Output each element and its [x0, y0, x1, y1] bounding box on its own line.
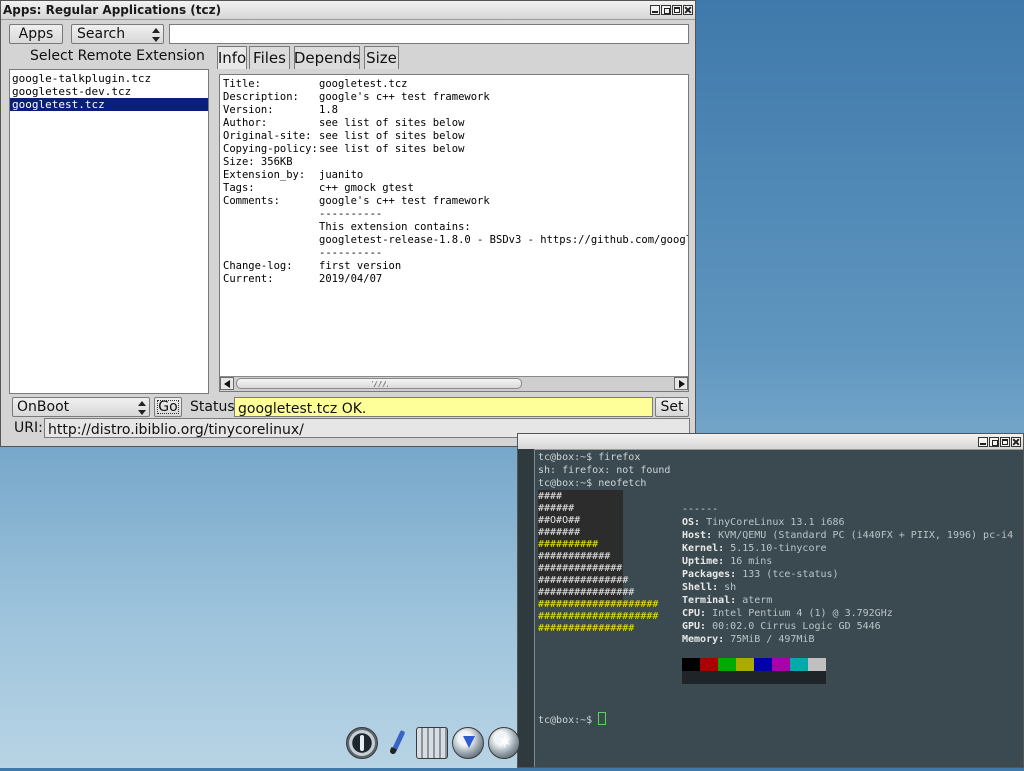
neofetch-row: Kernel: 5.15.10-tinycore [682, 543, 827, 554]
info-row: Change-log: first version [223, 260, 402, 272]
close-icon[interactable] [683, 5, 693, 15]
info-row: Size: 356KB [223, 156, 293, 168]
info-row: Version: 1.8 [223, 104, 338, 116]
tab-files[interactable]: Files [249, 46, 290, 69]
uri-label: URI: [14, 420, 43, 436]
info-row: Copying-policy: see list of sites below [223, 143, 465, 155]
info-row: Author: see list of sites below [223, 117, 465, 129]
search-select[interactable]: Search [71, 24, 164, 44]
neofetch-row: OS: TinyCoreLinux 13.1 i686 [682, 517, 845, 528]
palette-swatch [736, 658, 754, 671]
extension-list[interactable]: google-talkplugin.tcz googletest-dev.tcz… [9, 69, 209, 394]
scrollbar-thumb[interactable] [236, 378, 522, 389]
terminal-scrollbar[interactable] [518, 449, 535, 767]
info-row: ---------- [319, 247, 383, 259]
power-icon[interactable] [346, 727, 378, 759]
terminal-prompt[interactable]: tc@box:~$ [538, 712, 607, 727]
terminal-line: tc@box:~$ firefox [538, 452, 641, 463]
apps-button[interactable]: Apps [9, 24, 63, 44]
info-row: googletest-release-1.8.0 - BSDv3 - https… [319, 234, 689, 246]
neofetch-row: Host: KVM/QEMU (Standard PC (i440FX + PI… [682, 530, 1014, 541]
info-row: Comments: google's c++ test framework [223, 195, 490, 207]
status-value: googletest.tcz OK. [238, 401, 367, 417]
neofetch-separator: ------ [682, 504, 719, 515]
terminal-line: sh: firefox: not found [538, 465, 671, 476]
maximize-icon[interactable] [672, 5, 682, 15]
window-title: Apps: Regular Applications (tcz) [3, 3, 222, 17]
palette-swatch [718, 658, 736, 671]
go-button[interactable]: Go [154, 397, 182, 417]
spinner-arrows-icon [152, 28, 160, 42]
list-item[interactable]: googletest-dev.tcz [10, 85, 208, 98]
close-icon[interactable] [1011, 436, 1021, 447]
list-heading: Select Remote Extension [30, 48, 205, 64]
apps-titlebar[interactable]: Apps: Regular Applications (tcz) [1, 1, 695, 20]
onboot-select-label: OnBoot [17, 399, 70, 415]
prompt-text: tc@box:~$ [538, 715, 599, 726]
info-row: ---------- [319, 208, 383, 220]
ascii-line: ################ [538, 623, 635, 634]
neofetch-row: Uptime: 16 mins [682, 556, 773, 567]
info-row: Extension_by: juanito [223, 169, 364, 181]
neofetch-row: Packages: 133 (tce-status) [682, 569, 839, 580]
info-row: Tags: c++ gmock gtest [223, 182, 414, 194]
palette-swatch [790, 658, 808, 671]
color-palette [682, 658, 828, 686]
uri-value: http://distro.ibiblio.org/tinycorelinux/ [48, 422, 304, 438]
status-field: googletest.tcz OK. [234, 397, 653, 417]
restore-icon[interactable] [989, 436, 999, 447]
minimize-icon[interactable] [650, 5, 660, 15]
window-controls [650, 5, 695, 15]
info-row: Description: google's c++ test framework [223, 91, 490, 103]
apps-window: Apps: Regular Applications (tcz) Apps Se… [0, 0, 696, 447]
neofetch-row: Memory: 75MiB / 497MiB [682, 634, 815, 645]
status-label: Status [190, 399, 235, 415]
info-content: Title: googletest.tcz Description: google'… [220, 75, 688, 286]
neofetch-row: GPU: 00:02.0 Cirrus Logic GD 5446 [682, 621, 881, 632]
restore-icon[interactable] [661, 5, 671, 15]
scroll-right-icon[interactable] [674, 377, 688, 390]
install-icon[interactable] [452, 727, 484, 759]
terminal-titlebar[interactable] [518, 434, 1023, 450]
scroll-left-icon[interactable] [220, 377, 234, 390]
minimize-icon[interactable] [978, 436, 988, 447]
run-icon[interactable]: ✶ [488, 727, 520, 759]
list-item[interactable]: google-talkplugin.tcz [10, 72, 208, 85]
search-input[interactable] [169, 24, 689, 44]
tab-depends[interactable]: Depends [294, 46, 360, 69]
neofetch-row: Terminal: aterm [682, 595, 773, 606]
paint-brush-icon[interactable] [382, 727, 412, 757]
palette-swatch [682, 658, 700, 671]
info-pane[interactable]: Title: googletest.tcz Description: google'… [219, 74, 689, 392]
horizontal-scrollbar[interactable] [220, 376, 688, 391]
terminal-window: tc@box:~$ firefox sh: firefox: not found… [517, 433, 1024, 768]
terminal-window-controls [978, 436, 1023, 447]
dock: ✶ [346, 727, 520, 771]
neofetch-row: Shell: sh [682, 582, 737, 593]
terminal-body[interactable]: tc@box:~$ firefox sh: firefox: not found… [518, 449, 1023, 767]
tab-info[interactable]: Info [217, 46, 247, 69]
palette-swatch [808, 658, 826, 671]
grip-icon [372, 381, 388, 387]
set-button[interactable]: Set [655, 397, 689, 417]
palette-swatch [754, 658, 772, 671]
info-row: This extension contains: [319, 221, 471, 233]
palette-swatch [700, 658, 718, 671]
onboot-select[interactable]: OnBoot [12, 397, 150, 417]
search-select-label: Search [77, 26, 126, 42]
palette-swatch [772, 658, 790, 671]
tab-size[interactable]: Size [364, 46, 399, 69]
control-panel-icon[interactable] [416, 727, 448, 759]
spinner-arrows-icon [138, 401, 146, 415]
terminal-line: tc@box:~$ neofetch [538, 478, 647, 489]
info-row: Current: 2019/04/07 [223, 273, 383, 285]
info-row: Title: googletest.tcz [223, 78, 408, 90]
maximize-icon[interactable] [1000, 436, 1010, 447]
neofetch-row: CPU: Intel Pentium 4 (1) @ 3.792GHz [682, 608, 893, 619]
info-row: Original-site: see list of sites below [223, 130, 465, 142]
cursor [598, 712, 607, 725]
list-item-selected[interactable]: googletest.tcz [10, 98, 208, 111]
